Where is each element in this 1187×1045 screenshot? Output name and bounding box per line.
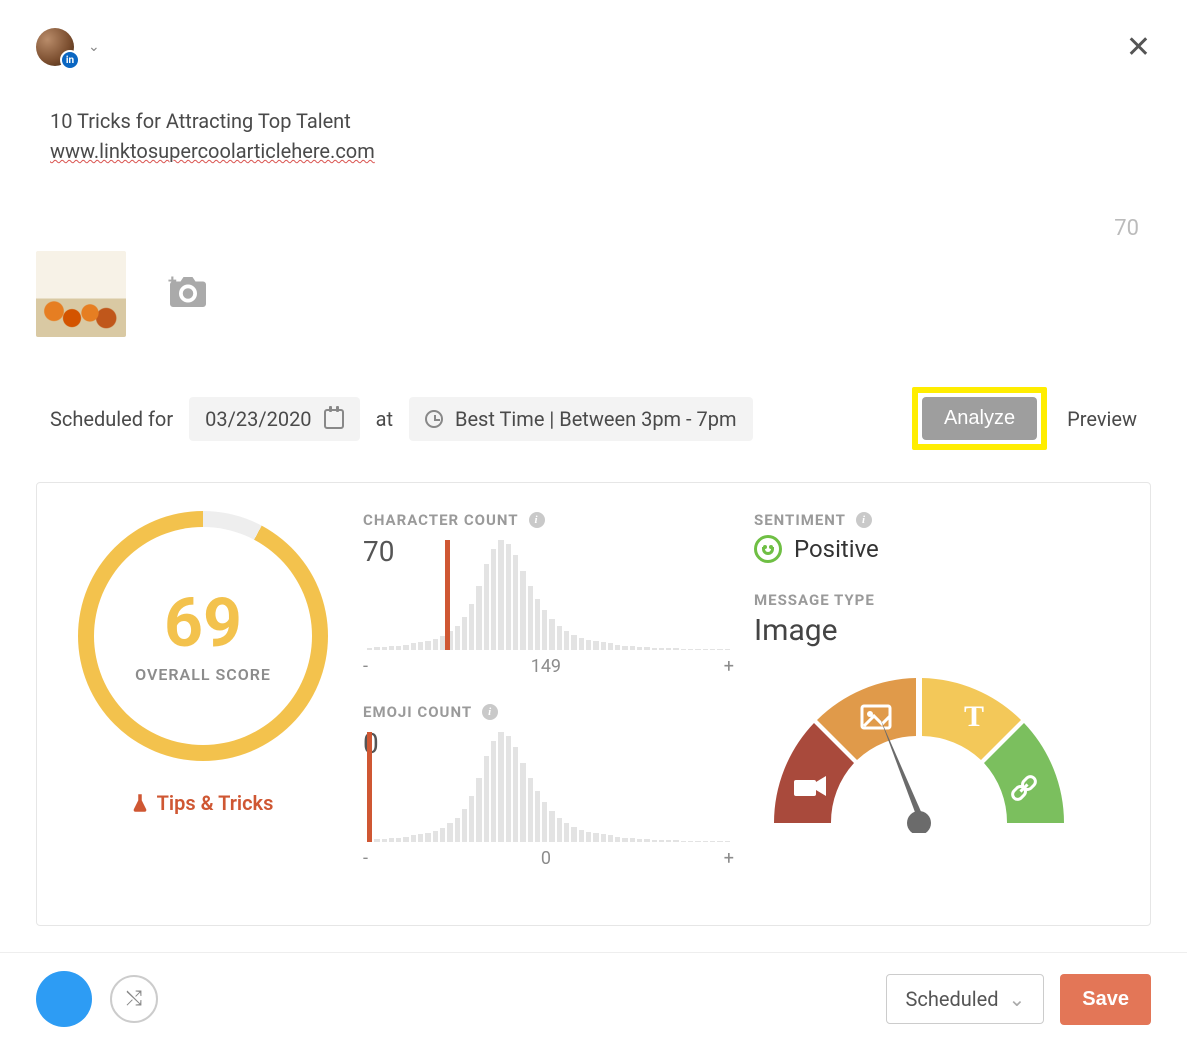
sentiment-title: SENTIMENT (754, 511, 846, 529)
emoji-axis-max: + (724, 848, 734, 869)
sentiment-value: Positive (794, 535, 879, 563)
analysis-panel: 69 OVERALL SCORE Tips & Tricks CHARACTER… (36, 482, 1151, 926)
compose-link: www.linktosupercoolarticlehere.com (50, 139, 375, 163)
status-select[interactable]: Scheduled ⌄ (886, 974, 1044, 1024)
message-type-gauge: T (754, 658, 1084, 833)
chevron-down-icon: ⌄ (88, 39, 100, 55)
preview-button[interactable]: Preview (1067, 407, 1137, 431)
avatar: in (36, 28, 74, 66)
date-value: 03/23/2020 (205, 407, 311, 431)
linkedin-badge-icon: in (60, 50, 80, 70)
shuffle-button[interactable]: ⤭ (110, 975, 158, 1023)
char-count-histogram (363, 540, 734, 650)
char-axis-max: + (724, 656, 734, 677)
overall-score-ring: 69 OVERALL SCORE (78, 511, 328, 761)
info-icon[interactable]: i (482, 704, 498, 720)
char-axis-min: - (363, 656, 368, 677)
analyze-button[interactable]: Analyze (922, 397, 1037, 440)
save-button[interactable]: Save (1060, 974, 1151, 1025)
status-value: Scheduled (905, 987, 998, 1011)
compose-text[interactable]: 10 Tricks for Attracting Top Talent www.… (0, 66, 1187, 166)
flask-icon (133, 794, 147, 812)
char-counter: 70 (0, 216, 1187, 241)
smile-icon (754, 535, 782, 563)
clock-icon (425, 410, 443, 428)
add-photo-button[interactable]: + (170, 277, 206, 311)
overall-score-value: 69 (164, 589, 242, 657)
text-icon: T (964, 700, 984, 733)
analyze-highlight: Analyze (912, 387, 1047, 450)
emoji-axis-mid: 0 (541, 848, 551, 869)
time-field[interactable]: Best Time | Between 3pm - 7pm (409, 397, 753, 441)
attached-image-thumb[interactable] (36, 251, 126, 337)
char-count-title: CHARACTER COUNT (363, 511, 519, 529)
shuffle-icon: ⤭ (126, 988, 142, 1011)
account-avatar-dot[interactable] (36, 971, 92, 1027)
overall-score-label: OVERALL SCORE (135, 665, 271, 684)
emoji-count-title: EMOJI COUNT (363, 703, 472, 721)
calendar-icon (324, 409, 344, 429)
close-icon[interactable]: ✕ (1126, 30, 1151, 65)
at-label: at (376, 407, 393, 431)
emoji-axis-min: - (363, 848, 368, 869)
tips-and-tricks-link[interactable]: Tips & Tricks (133, 791, 274, 815)
compose-line: 10 Tricks for Attracting Top Talent (50, 106, 1137, 136)
emoji-count-histogram (363, 732, 734, 842)
date-field[interactable]: 03/23/2020 (189, 397, 359, 441)
scheduled-for-label: Scheduled for (50, 407, 173, 431)
time-value: Best Time | Between 3pm - 7pm (455, 407, 737, 431)
info-icon[interactable]: i (529, 512, 545, 528)
chevron-down-icon: ⌄ (1009, 987, 1026, 1011)
svg-text:T: T (964, 700, 984, 733)
message-type-title: MESSAGE TYPE (754, 591, 1124, 609)
account-selector[interactable]: in ⌄ (36, 28, 1151, 66)
message-type-value: Image (754, 613, 1124, 648)
char-axis-mid: 149 (531, 656, 561, 677)
info-icon[interactable]: i (856, 512, 872, 528)
